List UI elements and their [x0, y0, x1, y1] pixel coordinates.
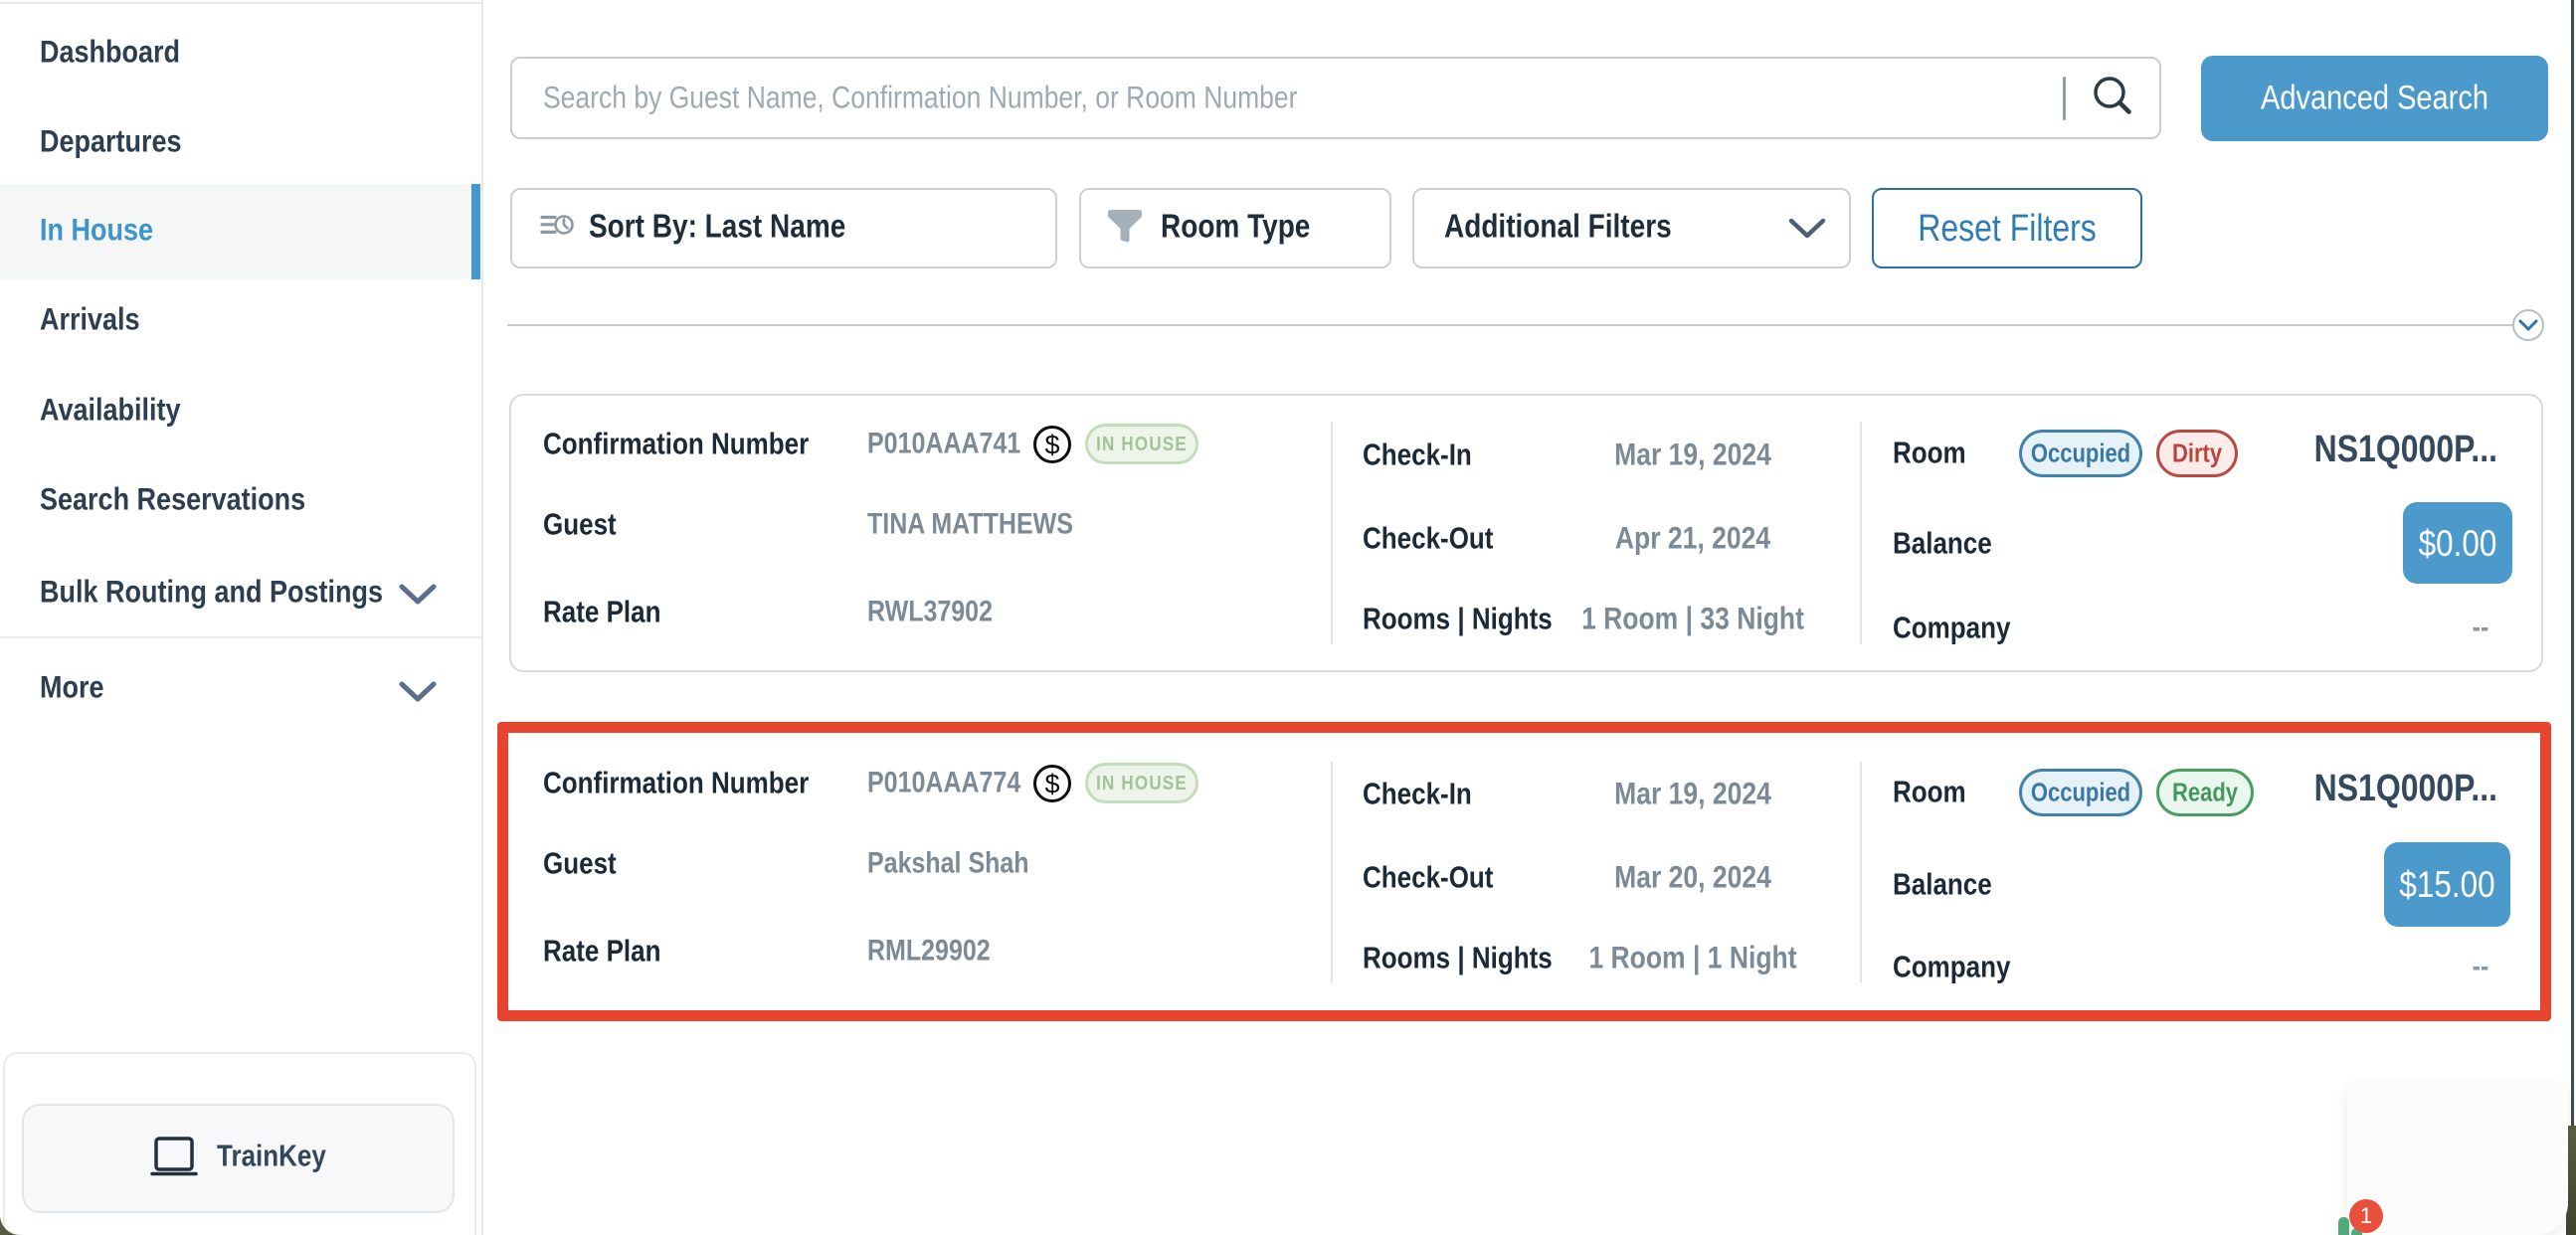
svg-text:$: $: [1044, 431, 1059, 460]
svg-text:$: $: [1044, 770, 1059, 799]
